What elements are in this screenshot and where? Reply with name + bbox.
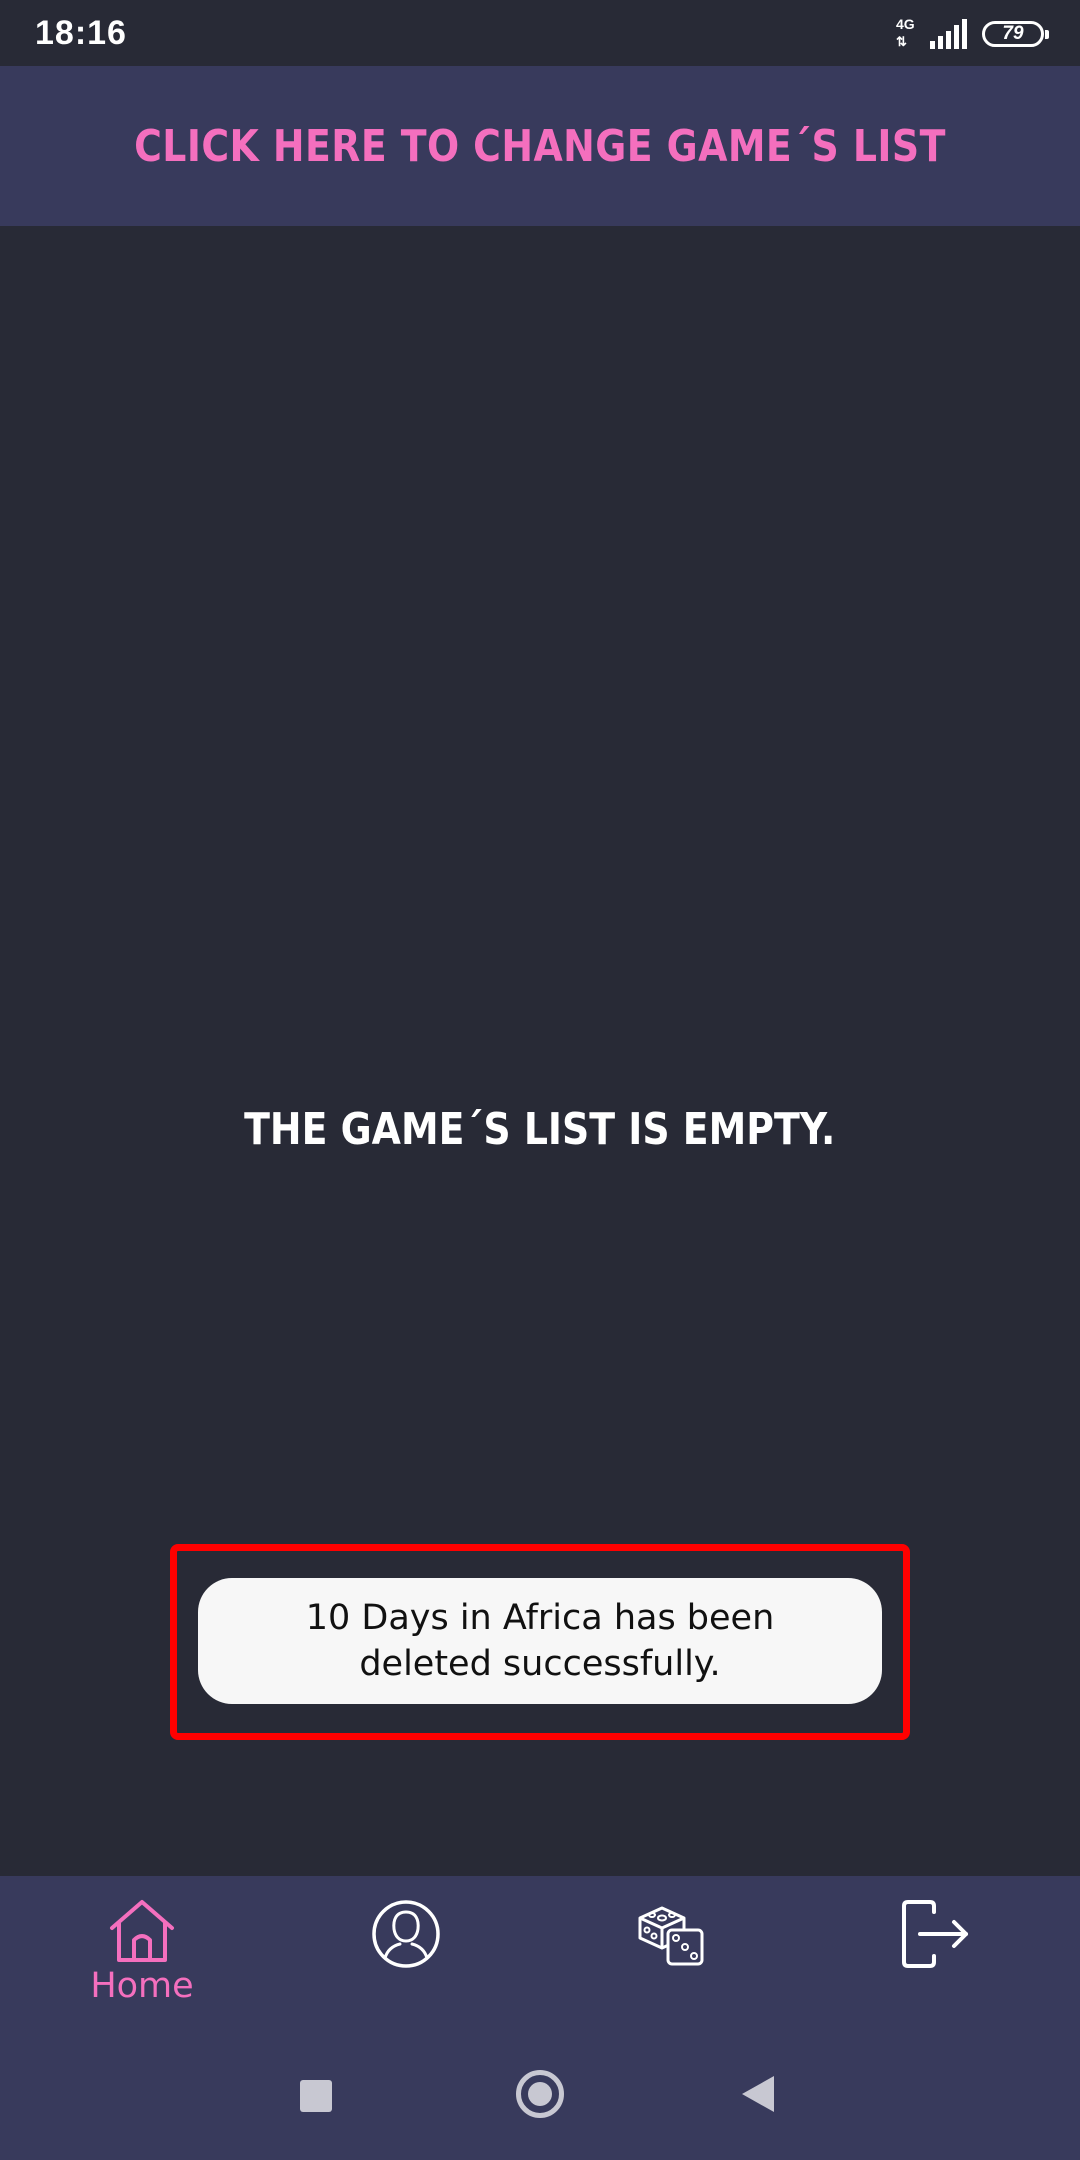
logout-icon [902,1900,968,1968]
back-button[interactable] [742,2076,774,2112]
battery-icon: 79 [982,21,1049,47]
toast-message: 10 Days in Africa has been deleted succe… [305,1598,775,1684]
status-bar: 18:16 4G ⇅ 79 [0,0,1080,66]
toast-notification: 10 Days in Africa has been deleted succe… [198,1578,882,1704]
status-time: 18:16 [35,14,127,52]
nav-item-home[interactable]: Home [62,1896,222,2036]
empty-list-text: THE GAME´S LIST IS EMPTY. [244,1104,836,1155]
change-game-list-button[interactable]: CLICK HERE TO CHANGE GAME´S LIST [0,66,1080,226]
data-activity-icon: ⇅ [896,34,907,49]
nav-item-profile[interactable] [326,1896,486,2036]
change-game-list-label: CLICK HERE TO CHANGE GAME´S LIST [134,120,946,172]
nav-item-games[interactable] [592,1896,752,2036]
nav-home-label: Home [90,1966,194,2006]
network-type-indicator: 4G ⇅ [896,16,918,52]
profile-icon [372,1900,440,1968]
home-icon [110,1900,174,1962]
status-icons: 4G ⇅ 79 [896,14,1049,54]
battery-level: 79 [1002,23,1024,44]
system-home-button[interactable] [516,2070,564,2118]
dice-icon [638,1906,704,1966]
app-screen: 18:16 4G ⇅ 79 CLICK HERE TO CHANGE GAME´… [0,0,1080,2160]
nav-item-logout[interactable] [856,1896,1016,2036]
empty-list-message: THE GAME´S LIST IS EMPTY. [0,1100,1080,1160]
network-type-label: 4G [896,16,915,32]
recents-button[interactable] [300,2080,332,2112]
signal-strength-icon [930,19,967,49]
